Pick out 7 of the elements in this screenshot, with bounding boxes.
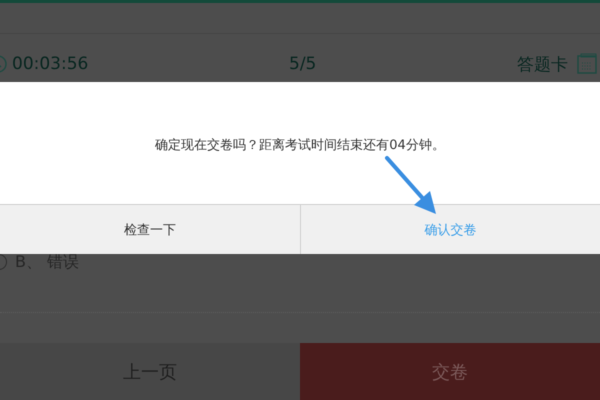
- submit-button[interactable]: 交卷: [300, 343, 600, 400]
- dialog-message: 确定现在交卷吗？距离考试时间结束还有04分钟。: [155, 136, 445, 154]
- grid-card-icon[interactable]: [576, 53, 598, 75]
- confirm-button[interactable]: 确认交卷: [300, 205, 600, 254]
- check-button[interactable]: 检查一下: [0, 205, 300, 254]
- answer-card-link[interactable]: 答题卡: [517, 52, 568, 76]
- timer: 00:03:56: [12, 54, 88, 74]
